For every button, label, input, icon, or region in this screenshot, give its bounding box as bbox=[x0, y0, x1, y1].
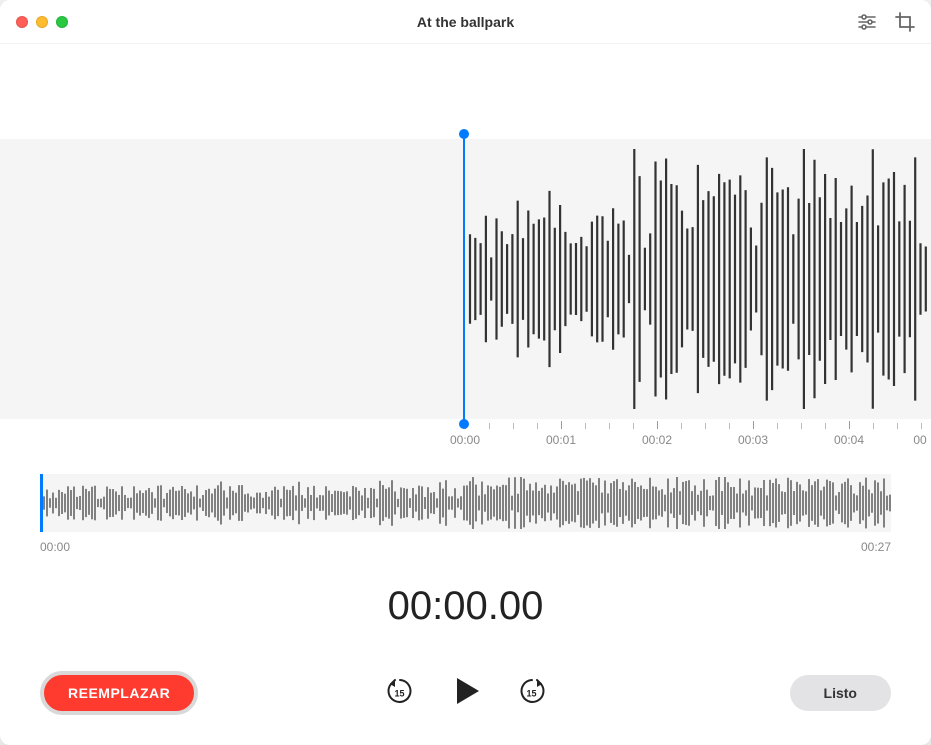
timeline-tick-label: 00:02 bbox=[642, 433, 672, 447]
replace-button[interactable]: REEMPLAZAR bbox=[40, 671, 198, 715]
window-controls bbox=[16, 16, 68, 28]
timeline-tick-label: 00:00 bbox=[450, 433, 480, 447]
overview-waveform-background bbox=[40, 474, 891, 532]
play-button[interactable] bbox=[449, 674, 483, 713]
timeline-tick-label: 00:03 bbox=[738, 433, 768, 447]
main-waveform-area[interactable]: 00:0000:0100:0200:0300:0400 bbox=[0, 44, 931, 404]
current-time-display: 00:00.00 bbox=[0, 584, 931, 629]
timeline-tick-label: 00:04 bbox=[834, 433, 864, 447]
fullscreen-window-button[interactable] bbox=[56, 16, 68, 28]
crop-icon[interactable] bbox=[895, 12, 915, 32]
window-title: At the ballpark bbox=[417, 14, 514, 30]
overview-area[interactable]: 00:00 00:27 bbox=[40, 474, 891, 554]
titlebar: At the ballpark bbox=[0, 0, 931, 44]
overview-time-labels: 00:00 00:27 bbox=[40, 540, 891, 554]
skip-forward-15-icon[interactable]: 15 bbox=[517, 676, 547, 711]
overview-start-label: 00:00 bbox=[40, 540, 70, 554]
main-waveform bbox=[0, 139, 931, 419]
overview-waveform bbox=[40, 474, 891, 532]
skip-back-seconds-label: 15 bbox=[394, 689, 404, 699]
playhead[interactable] bbox=[463, 134, 465, 424]
minimize-window-button[interactable] bbox=[36, 16, 48, 28]
overview-playhead[interactable] bbox=[40, 474, 43, 532]
transport-controls: 15 15 bbox=[385, 674, 547, 713]
timeline-tick-label: 00 bbox=[913, 433, 926, 447]
main-waveform-background: 00:0000:0100:0200:0300:0400 bbox=[0, 139, 931, 419]
skip-forward-seconds-label: 15 bbox=[526, 689, 536, 699]
play-icon bbox=[449, 674, 483, 708]
voice-memos-edit-window: At the ballpark bbox=[0, 0, 931, 745]
settings-sliders-icon[interactable] bbox=[857, 12, 877, 32]
close-window-button[interactable] bbox=[16, 16, 28, 28]
overview-end-label: 00:27 bbox=[861, 540, 891, 554]
title-actions bbox=[857, 12, 915, 32]
controls-row: REEMPLAZAR 15 bbox=[0, 671, 931, 715]
skip-back-15-icon[interactable]: 15 bbox=[385, 676, 415, 711]
done-button[interactable]: Listo bbox=[790, 675, 891, 711]
timeline-tick-label: 00:01 bbox=[546, 433, 576, 447]
